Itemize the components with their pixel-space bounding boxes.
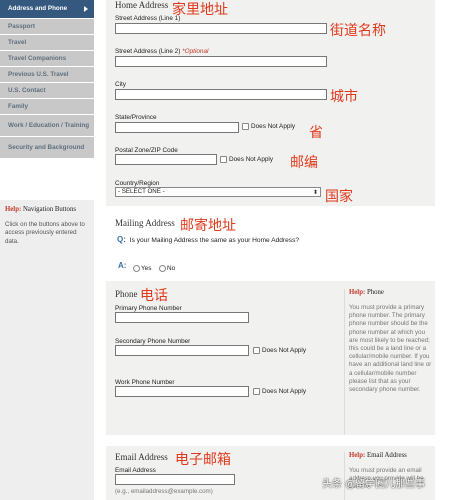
sidebar-item-address-phone[interactable]: Address and Phone [0,0,94,19]
section-title: Home Address [115,0,169,10]
work-does-not-apply[interactable]: Does Not Apply [253,388,306,395]
street2-input[interactable] [115,56,327,67]
sidebar-item-security-background[interactable]: Security and Background [0,137,94,159]
sidebar: Address and Phone Passport Travel Travel… [0,0,94,500]
help-title: Help: Navigation Buttons [5,206,77,213]
select-arrows-icon: ⬍ [312,190,318,196]
sidebar-item-travel[interactable]: Travel [0,35,94,51]
help-text: Click on the buttons above to access pre… [5,221,85,245]
watermark: 头条 @留学圈儿那些事 [322,479,426,490]
mailing-question: Q: Is your Mailing Address the same as y… [117,235,300,244]
country-label: Country/Region [115,180,160,187]
sidebar-item-label: Travel [8,38,27,46]
country-select[interactable]: - SELECT ONE - ⬍ [115,187,321,197]
state-label: State/Province [115,114,157,121]
radio-button[interactable] [159,265,166,272]
checkbox[interactable] [253,347,260,354]
checkbox[interactable] [242,123,249,130]
help-text: You must provide a primary phone number.… [349,304,432,393]
sidebar-item-family[interactable]: Family [0,99,94,115]
street2-label: Street Address (Line 2) *Optional [115,48,209,55]
annotation-city: 城市 [330,89,358,105]
email-hint: (e.g., emailaddress@example.com) [115,488,213,495]
main-form: Home Address 家里地址 Street Address (Line 1… [106,0,451,500]
section-title: Mailing Address [115,218,175,228]
annotation-postal: 邮编 [290,155,318,171]
annotation-province: 省 [309,125,323,141]
state-input[interactable] [115,122,239,133]
street1-input[interactable] [115,23,327,34]
primary-phone-label: Primary Phone Number [115,305,182,312]
question-mark-label: Q: [117,235,126,244]
sidebar-item-label: Travel Companions [8,54,67,62]
help-title: Help: Email Address [349,452,407,459]
city-input[interactable] [115,89,327,100]
checkbox[interactable] [220,156,227,163]
secondary-phone-input[interactable] [115,345,249,356]
postal-label: Postal Zone/ZIP Code [115,147,178,154]
radio-button[interactable] [133,265,140,272]
sidebar-item-previous-us-travel[interactable]: Previous U.S. Travel [0,67,94,83]
answer-mark-label: A: [118,261,127,270]
sidebar-item-work-education[interactable]: Work / Education / Training [0,115,94,137]
annotation-street: 街道名称 [330,23,386,39]
mailing-no-radio[interactable]: No [159,265,175,272]
street1-label: Street Address (Line 1) [115,15,181,22]
mailing-yes-radio[interactable]: Yes [133,265,151,272]
arrow-right-icon [84,6,88,12]
postal-input[interactable] [115,154,217,165]
help-title: Help: Phone [349,289,384,296]
annotation-country: 国家 [325,189,353,205]
section-title: Email Address [115,452,168,462]
sidebar-item-label: Work / Education / Training [8,121,90,129]
sidebar-item-passport[interactable]: Passport [0,19,94,35]
secondary-phone-label: Secondary Phone Number [115,338,191,345]
sidebar-item-label: Address and Phone [8,5,68,13]
email-label: Email Address [115,467,156,474]
help-navigation-panel: Help: Navigation Buttons Click on the bu… [0,200,94,500]
sidebar-item-label: Family [8,102,28,110]
postal-does-not-apply[interactable]: Does Not Apply [220,156,273,163]
primary-phone-input[interactable] [115,312,249,323]
city-label: City [115,81,127,88]
annotation-email: 电子邮箱 [175,452,231,468]
state-does-not-apply[interactable]: Does Not Apply [242,123,295,130]
checkbox[interactable] [253,388,260,395]
sidebar-item-label: Passport [8,22,35,30]
secondary-does-not-apply[interactable]: Does Not Apply [253,347,306,354]
sidebar-item-label: Previous U.S. Travel [8,70,69,78]
work-phone-input[interactable] [115,386,249,397]
sidebar-item-us-contact[interactable]: U.S. Contact [0,83,94,99]
sidebar-item-label: U.S. Contact [8,86,46,94]
sidebar-item-label: Security and Background [8,143,85,151]
section-title: Phone [115,289,138,299]
annotation-phone: 电话 [140,288,168,304]
sidebar-item-travel-companions[interactable]: Travel Companions [0,51,94,67]
email-input[interactable] [115,474,235,485]
help-phone-panel: Help: Phone You must provide a primary p… [344,289,435,435]
annotation-mailing: 邮寄地址 [180,218,236,234]
annotation-home-address: 家里地址 [172,2,228,18]
work-phone-label: Work Phone Number [115,379,175,386]
